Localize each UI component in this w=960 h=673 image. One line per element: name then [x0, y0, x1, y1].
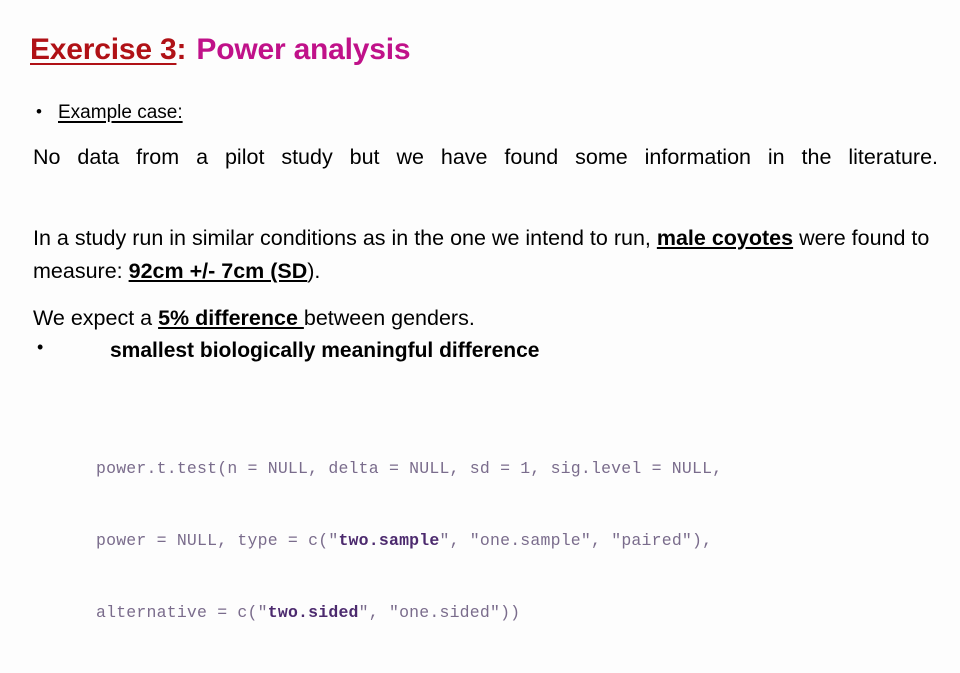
code-line-3-suffix: ", "one.sided")): [358, 603, 521, 622]
title-exercise-label: Exercise 3: [30, 33, 177, 66]
paragraph-3-tail: between genders.: [303, 306, 475, 331]
code-line-2: power = NULL, type = c("two.sample", "on…: [96, 529, 722, 553]
paragraph-study-conditions: In a study run in similar conditions as …: [33, 222, 938, 289]
title-topic-label: Power analysis: [196, 33, 411, 66]
emphasis-five-percent-difference: 5% difference: [158, 306, 304, 331]
bullet-dot-icon: •: [37, 336, 44, 357]
paragraph-pilot-study: No data from a pilot study but we have f…: [33, 141, 938, 208]
bullet-smallest-difference: • smallest biologically meaningful diffe…: [33, 335, 938, 367]
bullet-example-case: • Example case:: [33, 100, 938, 125]
code-block-power-t-test: power.t.test(n = NULL, delta = NULL, sd …: [96, 409, 722, 673]
paragraph-expected-difference: We expect a 5% difference between gender…: [33, 302, 938, 334]
slide-body: • Example case: No data from a pilot stu…: [33, 100, 938, 366]
paragraph-pilot-study-text: No data from a pilot study but we have f…: [33, 145, 938, 170]
code-line-2-prefix: power = NULL, type = c(": [96, 531, 339, 550]
page-title: Exercise 3: Power analysis: [30, 33, 411, 68]
smallest-difference-label: smallest biologically meaningful differe…: [110, 338, 540, 362]
code-value-two-sample: two.sample: [338, 531, 440, 550]
emphasis-male-coyotes: male coyotes: [656, 225, 794, 250]
code-value-two-sided: two.sided: [267, 603, 359, 622]
paragraph-2-tail: ).: [307, 259, 321, 284]
code-line-3: alternative = c("two.sided", "one.sided"…: [96, 601, 722, 625]
code-line-3-prefix: alternative = c(": [96, 603, 268, 622]
example-case-label: Example case:: [58, 102, 183, 123]
code-line-1-text: power.t.test(n = NULL, delta = NULL, sd …: [96, 459, 723, 478]
emphasis-measurement: 92cm +/- 7cm (SD: [128, 259, 308, 284]
paragraph-3-lead: We expect a: [33, 306, 159, 331]
paragraph-2-lead: In a study run in similar conditions as …: [33, 225, 657, 250]
bullet-dot-icon: •: [36, 102, 42, 121]
code-line-1: power.t.test(n = NULL, delta = NULL, sd …: [96, 457, 722, 481]
slide-canvas: Exercise 3: Power analysis • Example cas…: [0, 0, 960, 622]
code-line-2-suffix: ", "one.sample", "paired"),: [439, 531, 713, 550]
title-colon: :: [176, 33, 187, 66]
